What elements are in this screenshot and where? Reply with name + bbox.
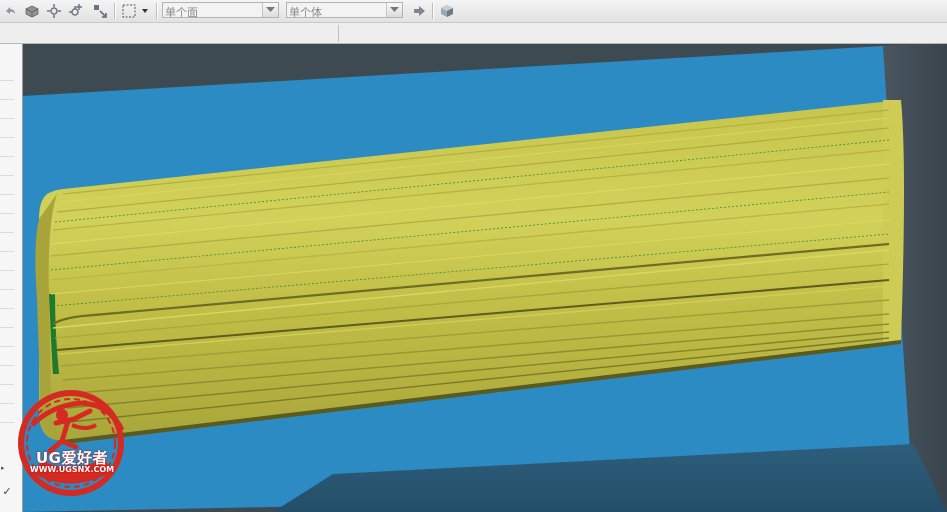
- solid-icon[interactable]: [24, 3, 40, 19]
- secondary-toolbar-strip: [0, 23, 947, 44]
- graphics-viewport[interactable]: [23, 44, 947, 512]
- body-filter-select[interactable]: 单个体: [286, 2, 403, 19]
- ugsnx-watermark-logo: UG爱好者 WWW.UGSNX.COM: [12, 385, 130, 503]
- snap-point-icon[interactable]: [46, 3, 62, 19]
- selection-dropdown-icon[interactable]: [140, 3, 150, 19]
- face-filter-value: 单个面: [165, 6, 198, 19]
- logo-emblem-icon: [18, 390, 125, 496]
- face-filter-select[interactable]: 单个面: [162, 2, 279, 19]
- chevron-down-icon[interactable]: [262, 3, 278, 17]
- shaded-cube-icon[interactable]: [439, 3, 455, 19]
- watermark-url: WWW.UGSNX.COM: [29, 465, 115, 474]
- scroll-right-icon[interactable]: ▸: [1, 464, 5, 472]
- undo-icon[interactable]: [2, 3, 18, 19]
- play-arrow-icon[interactable]: [411, 3, 427, 19]
- chevron-down-icon[interactable]: [386, 3, 402, 17]
- top-toolbar: 单个面 单个体: [0, 0, 947, 23]
- snap-settings-icon[interactable]: [92, 3, 108, 19]
- viewport-canvas[interactable]: [23, 44, 947, 512]
- selection-box-icon[interactable]: [121, 3, 137, 19]
- body-filter-value: 单个体: [289, 6, 322, 19]
- snap-point-plus-icon[interactable]: [68, 3, 84, 19]
